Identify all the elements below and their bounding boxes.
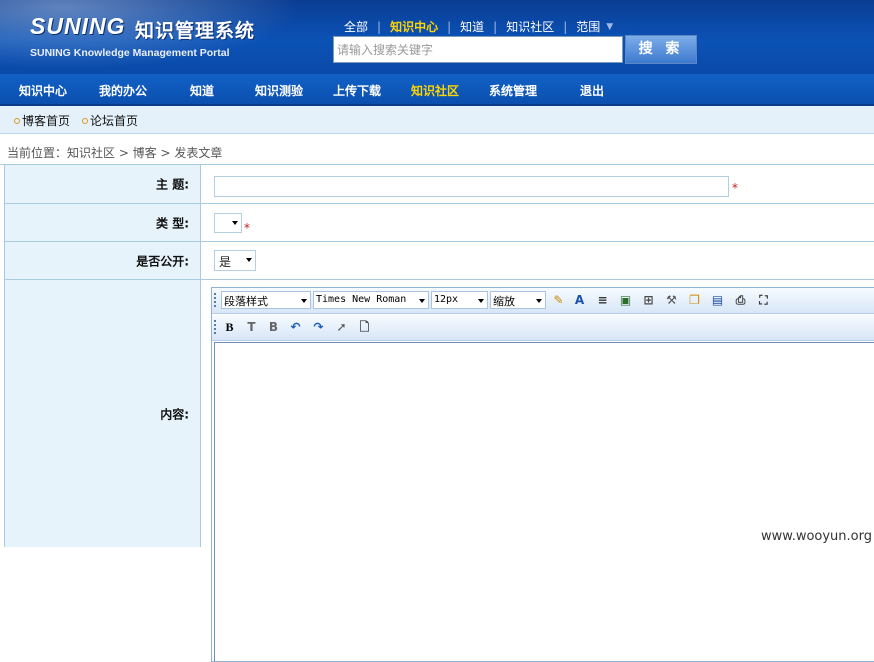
content-row: 内容: 段落样式 Times New Roman 12px 缩放 ✎ A ≡ ▣… [5, 280, 874, 662]
nav-logout[interactable]: 退出 [580, 82, 604, 99]
required-mark: * [732, 181, 738, 195]
subject-input[interactable] [214, 176, 729, 197]
fullscreen-icon[interactable]: ⛶ [755, 292, 772, 309]
nav-upload-download[interactable]: 上传下载 [333, 82, 381, 99]
sub-nav: 博客首页 论坛首页 [0, 106, 874, 134]
watermark: www.wooyun.org [760, 529, 872, 544]
text-background-icon[interactable]: T [243, 319, 260, 336]
insert-image-icon[interactable]: ▣ [617, 292, 634, 309]
nav-knowledge-center[interactable]: 知识中心 [19, 82, 67, 99]
breadcrumb-text: 当前位置：知识社区 > 博客 > 发表文章 [7, 146, 223, 160]
bullet-icon [82, 117, 88, 124]
editor-content-area[interactable] [214, 342, 874, 661]
nav-zhidao[interactable]: 知道 [190, 82, 214, 99]
redo-icon[interactable]: ↷ [310, 319, 327, 336]
public-row: 是否公开: 是 [5, 242, 874, 280]
background-icon[interactable]: B [265, 319, 282, 336]
print-icon[interactable]: ⎙ [732, 292, 749, 309]
tools-icon[interactable]: ⚒ [663, 292, 680, 309]
post-article-form: 主 题: * 类 型: * 是否公开: 是 内容: 段落样式 Times New… [4, 165, 874, 662]
subnav-label: 博客首页 [22, 114, 71, 128]
type-select[interactable] [214, 213, 242, 233]
toolbar-grip-icon[interactable] [214, 320, 216, 335]
chevron-down-icon[interactable]: ▼ [606, 22, 613, 32]
type-row: 类 型: * [5, 204, 874, 242]
scope-zhidao[interactable]: 知道 [458, 18, 486, 35]
chevron-down-icon [246, 258, 252, 262]
chevron-down-icon [232, 221, 238, 225]
chevron-down-icon [536, 299, 542, 303]
logo-title: 知识管理系统 [135, 20, 256, 42]
nav-my-office[interactable]: 我的办公 [99, 82, 147, 99]
subject-row: 主 题: * [5, 165, 874, 204]
editor-toolbar-1: 段落样式 Times New Roman 12px 缩放 ✎ A ≡ ▣ ⊞ ⚒… [212, 288, 874, 314]
logo-wordmark: SUNING [30, 13, 126, 39]
highlight-icon[interactable]: ✎ [550, 292, 567, 309]
nav-community[interactable]: 知识社区 [411, 82, 459, 99]
search-button[interactable]: 搜 索 [625, 35, 697, 64]
undo-icon[interactable]: ↶ [287, 319, 304, 336]
chevron-down-icon [301, 299, 307, 303]
new-document-icon[interactable]: 🗋 [356, 319, 373, 336]
zoom-select[interactable]: 缩放 [490, 291, 546, 309]
public-select-value: 是 [219, 255, 232, 269]
bullet-icon [14, 117, 20, 124]
chevron-down-icon [478, 299, 484, 303]
font-color-icon[interactable]: A [571, 292, 588, 309]
font-family-select[interactable]: Times New Roman [313, 291, 429, 309]
scope-range[interactable]: 范围 [574, 18, 602, 35]
align-icon[interactable]: ≡ [594, 292, 611, 309]
logo-subtitle: SUNING Knowledge Management Portal [30, 47, 230, 59]
toolbar-grip-icon[interactable] [214, 293, 216, 308]
public-select[interactable]: 是 [214, 250, 256, 271]
bold-icon[interactable]: B [221, 319, 238, 336]
chevron-down-icon [419, 299, 425, 303]
content-label: 内容: [160, 407, 189, 421]
subject-label: 主 题: [156, 177, 189, 192]
select-icon[interactable]: ➚ [333, 319, 350, 336]
public-label: 是否公开: [136, 254, 189, 268]
editor-toolbar-2: B T B ↶ ↷ ➚ 🗋 [212, 315, 874, 341]
subnav-forum-home[interactable]: 论坛首页 [82, 112, 138, 129]
scope-all[interactable]: 全部 [342, 18, 370, 35]
nav-system-admin[interactable]: 系统管理 [489, 82, 537, 99]
subnav-label: 论坛首页 [90, 114, 139, 128]
nav-quiz[interactable]: 知识测验 [255, 82, 303, 99]
rich-text-editor: 段落样式 Times New Roman 12px 缩放 ✎ A ≡ ▣ ⊞ ⚒… [211, 287, 874, 662]
form-icon[interactable]: ▤ [709, 292, 726, 309]
subnav-blog-home[interactable]: 博客首页 [14, 112, 70, 129]
paragraph-style-select[interactable]: 段落样式 [221, 291, 311, 309]
search-input[interactable]: 请输入搜索关键字 [333, 36, 623, 63]
breadcrumb: 当前位置：知识社区 > 博客 > 发表文章 [0, 137, 874, 165]
main-nav: 知识中心 我的办公 知道 知识测验 上传下载 知识社区 系统管理 退出 [0, 74, 874, 106]
font-size-select[interactable]: 12px [431, 291, 488, 309]
site-header: SUNING 知识管理系统 SUNING Knowledge Managemen… [0, 0, 874, 74]
table-icon[interactable]: ⊞ [640, 292, 657, 309]
scope-knowledge-center[interactable]: 知识中心 [388, 18, 440, 35]
type-label: 类 型: [156, 216, 189, 230]
search-scope-selector: 全部 | 知识中心 | 知道 | 知识社区 | 范围 ▼ [342, 18, 614, 35]
copy-icon[interactable]: ❐ [686, 292, 703, 309]
scope-community[interactable]: 知识社区 [504, 18, 556, 35]
required-mark: * [244, 221, 250, 235]
